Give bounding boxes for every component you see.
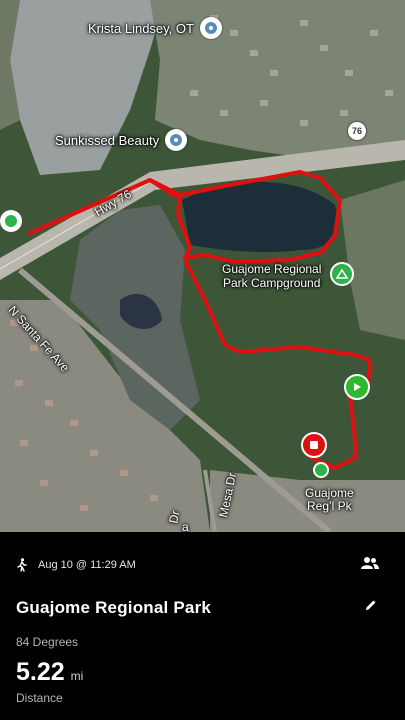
park-marker (313, 462, 329, 478)
activity-date: Aug 10 @ 11:29 AM (38, 559, 136, 571)
distance-stat: 5.22 mi (16, 658, 83, 687)
stop-icon (310, 441, 318, 449)
a-label: a (182, 520, 189, 532)
end-marker[interactable] (301, 432, 327, 458)
people-icon (361, 557, 379, 569)
location-dot-icon (5, 215, 17, 227)
start-marker[interactable] (344, 374, 370, 400)
route-shield: 76 (348, 122, 366, 140)
map-view[interactable]: Krista Lindsey, OT Sunkissed Beauty 76 H… (0, 0, 405, 532)
campground-marker[interactable] (330, 262, 354, 286)
activity-title: Guajome Regional Park (16, 598, 212, 617)
edit-title-button[interactable] (365, 598, 377, 616)
current-location-pin[interactable] (0, 210, 22, 232)
location-pin-icon (165, 129, 188, 151)
distance-unit: mi (70, 669, 84, 683)
location-pin-icon (199, 17, 222, 39)
distance-label: Distance (16, 691, 63, 705)
poi-krista-lindsey[interactable]: Krista Lindsey, OT (88, 17, 222, 39)
activity-panel: Aug 10 @ 11:29 AM Guajome Regional Park … (0, 532, 405, 720)
distance-value: 5.22 (16, 658, 65, 686)
tent-icon (336, 269, 348, 279)
park-label: Guajome Reg’l Pk (305, 486, 354, 513)
campground-label: Guajome Regional Park Campground (222, 262, 322, 290)
activity-weather: 84 Degrees (16, 635, 79, 649)
dr-label: Dr (166, 509, 183, 525)
pencil-icon (366, 600, 376, 610)
share-people-button[interactable] (361, 556, 379, 575)
poi-label: Sunkissed Beauty (55, 132, 160, 148)
poi-sunkissed-beauty[interactable]: Sunkissed Beauty (55, 129, 188, 151)
poi-label: Krista Lindsey, OT (88, 20, 194, 36)
activity-meta: Aug 10 @ 11:29 AM (16, 558, 136, 572)
walking-icon (17, 558, 27, 572)
play-icon (354, 383, 361, 391)
